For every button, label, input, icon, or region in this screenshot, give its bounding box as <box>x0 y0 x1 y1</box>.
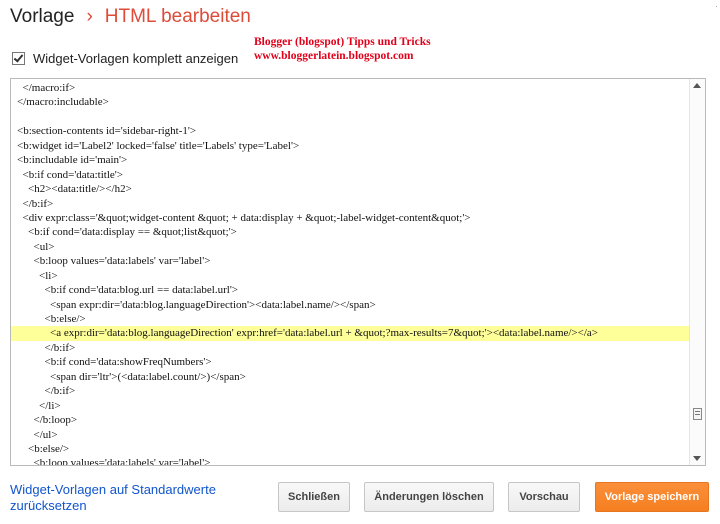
code-line[interactable]: <b:loop values='data:labels' var='label'… <box>17 456 685 465</box>
code-line[interactable]: <span expr:dir='data:blog.languageDirect… <box>17 298 685 312</box>
code-line[interactable]: </b:loop> <box>17 413 685 427</box>
editor-scrollbar[interactable] <box>689 79 705 465</box>
watermark-line-2: www.bloggerlatein.blogspot.com <box>254 50 414 62</box>
code-line[interactable]: <b:if cond='data:title'> <box>17 168 685 182</box>
code-line[interactable]: <a expr:dir='data:blog.languageDirection… <box>11 326 697 341</box>
code-line[interactable]: </macro:if> <box>17 81 685 95</box>
show-full-templates-checkbox[interactable] <box>12 52 25 65</box>
code-line[interactable]: </macro:includable> <box>17 95 685 109</box>
code-line[interactable]: </li> <box>17 399 685 413</box>
show-full-templates-option[interactable]: Widget-Vorlagen komplett anzeigen <box>12 51 238 66</box>
scroll-thumb[interactable] <box>693 408 702 420</box>
code-line[interactable]: </b:if> <box>17 197 685 211</box>
save-template-button[interactable]: Vorlage speichern <box>595 482 709 512</box>
corner-marker-icon: · <box>715 1 718 11</box>
discard-changes-button[interactable]: Änderungen löschen <box>364 482 494 512</box>
code-line[interactable]: <h2><data:title/></h2> <box>17 182 685 196</box>
breadcrumb-root[interactable]: Vorlage <box>10 6 74 28</box>
code-line[interactable]: <ul> <box>17 240 685 254</box>
code-line[interactable] <box>17 110 685 124</box>
code-line[interactable]: <b:else/> <box>17 442 685 456</box>
code-line[interactable]: </b:if> <box>17 341 685 355</box>
reset-widget-templates-link[interactable]: Widget-Vorlagen auf Standardwerte zurück… <box>10 482 240 514</box>
code-line[interactable]: <b:section-contents id='sidebar-right-1'… <box>17 124 685 138</box>
code-line[interactable]: <span dir='ltr'>(<data:label.count/>)</s… <box>17 370 685 384</box>
breadcrumb-separator-icon: › <box>86 6 93 27</box>
scroll-up-arrow-icon[interactable] <box>693 83 701 88</box>
template-code-editor[interactable]: </macro:if> </macro:includable> <b:section… <box>10 78 706 466</box>
code-area[interactable]: </macro:if> </macro:includable> <b:section… <box>11 81 697 465</box>
code-line[interactable]: <div expr:class='&quot;widget-content &q… <box>17 211 685 225</box>
code-line[interactable]: <b:if cond='data:blog.url == data:label.… <box>17 283 685 297</box>
page-title: HTML bearbeiten <box>104 6 251 27</box>
code-line[interactable]: <b:if cond='data:showFreqNumbers'> <box>17 355 685 369</box>
code-line[interactable]: </b:if> <box>17 384 685 398</box>
breadcrumb: Vorlage › HTML bearbeiten <box>10 6 251 34</box>
code-line[interactable]: <b:else/> <box>17 312 685 326</box>
close-button[interactable]: Schließen <box>278 482 350 512</box>
scroll-down-arrow-icon[interactable] <box>693 456 701 461</box>
watermark: Blogger (blogspot) Tipps und Tricks www.… <box>254 35 431 63</box>
code-line[interactable]: <b:widget id='Label2' locked='false' tit… <box>17 139 685 153</box>
code-line[interactable]: </ul> <box>17 428 685 442</box>
show-full-templates-label: Widget-Vorlagen komplett anzeigen <box>33 51 239 66</box>
code-line[interactable]: <li> <box>17 269 685 283</box>
watermark-line-1: Blogger (blogspot) Tipps und Tricks <box>254 36 431 48</box>
code-line[interactable]: <b:if cond='data:display == &quot;list&q… <box>17 225 685 239</box>
code-line[interactable]: <b:includable id='main'> <box>17 153 685 167</box>
preview-button[interactable]: Vorschau <box>508 482 580 512</box>
code-line[interactable]: <b:loop values='data:labels' var='label'… <box>17 254 685 268</box>
